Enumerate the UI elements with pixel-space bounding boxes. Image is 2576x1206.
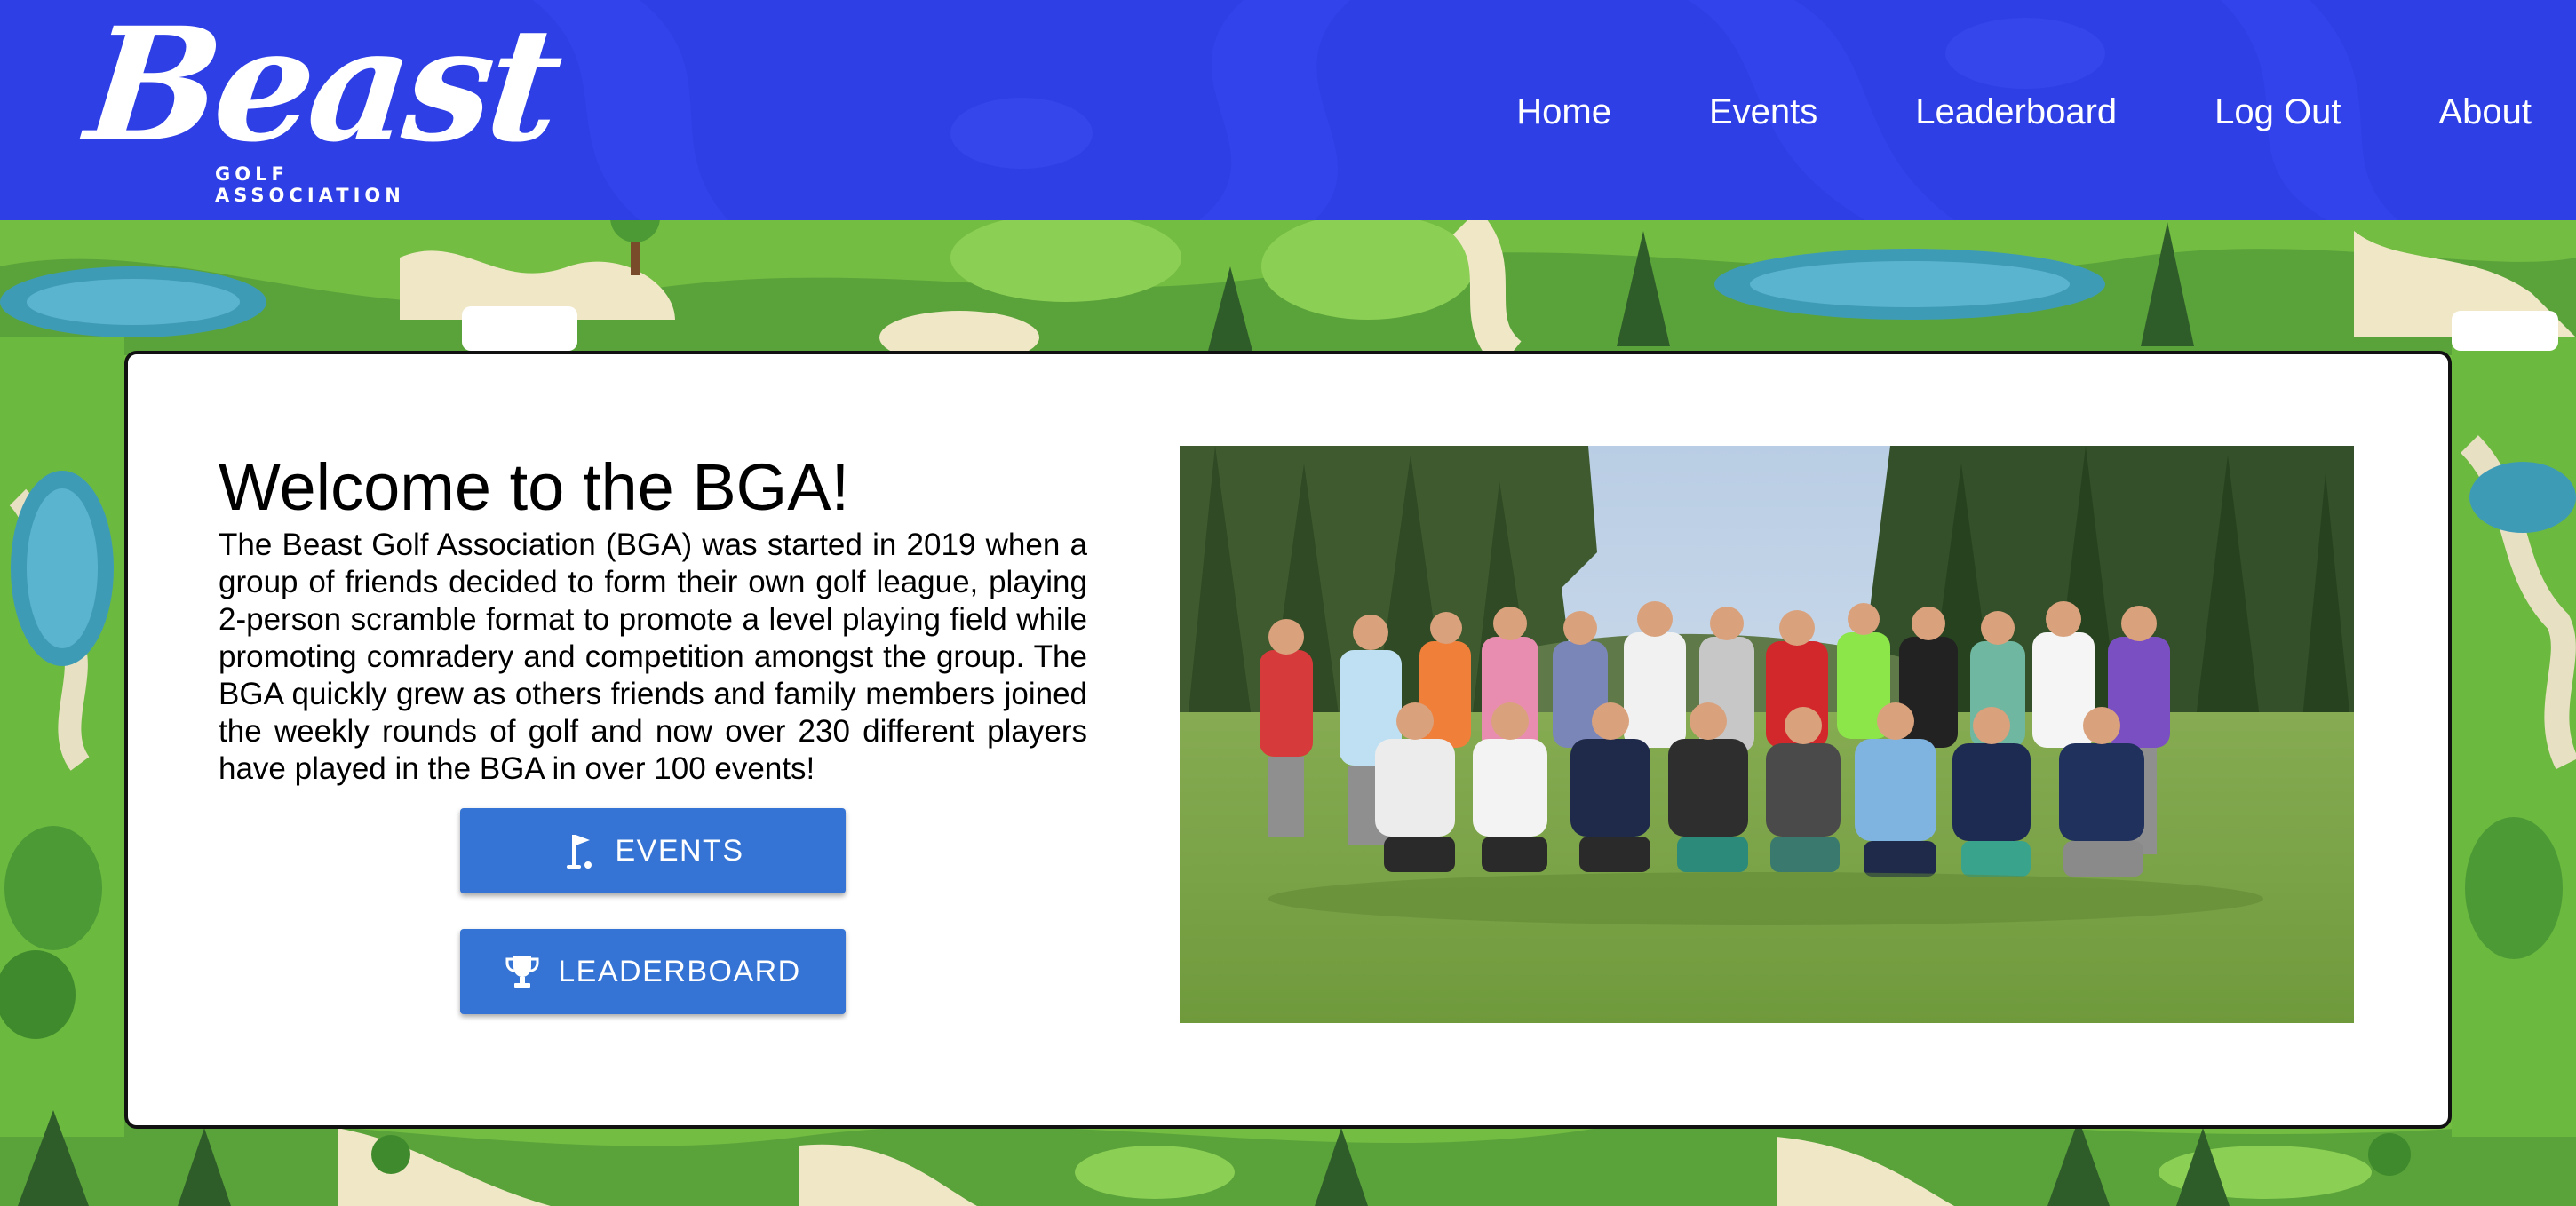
events-button-label: EVENTS — [615, 833, 744, 868]
logo-subtitle: GOLF ASSOCIATION — [215, 163, 405, 206]
bga-logo[interactable]: Beast GOLF ASSOCIATION — [79, 0, 565, 206]
events-button[interactable]: EVENTS — [460, 808, 846, 893]
logo-wordmark: Beast — [79, 0, 566, 177]
nav-log-out[interactable]: Log Out — [2214, 89, 2341, 135]
golf-flag-icon — [567, 835, 592, 869]
main-nav: Home Events Leaderboard Log Out About — [1516, 89, 2532, 135]
leaderboard-button-label: LEADERBOARD — [558, 954, 801, 988]
nav-leaderboard[interactable]: Leaderboard — [1915, 89, 2117, 135]
site-header: Beast GOLF ASSOCIATION Home Events Leade… — [0, 0, 2576, 220]
nav-events[interactable]: Events — [1709, 89, 1817, 135]
intro-paragraph: The Beast Golf Association (BGA) was sta… — [219, 528, 1087, 786]
group-photo — [1180, 446, 2354, 1023]
leaderboard-button[interactable]: LEADERBOARD — [460, 929, 846, 1014]
page-title: Welcome to the BGA! — [219, 450, 850, 524]
intro-section: Welcome to the BGA! The Beast Golf Assoc… — [219, 448, 1087, 788]
nav-about[interactable]: About — [2438, 89, 2532, 135]
nav-home[interactable]: Home — [1516, 89, 1611, 135]
trophy-icon — [505, 956, 539, 988]
